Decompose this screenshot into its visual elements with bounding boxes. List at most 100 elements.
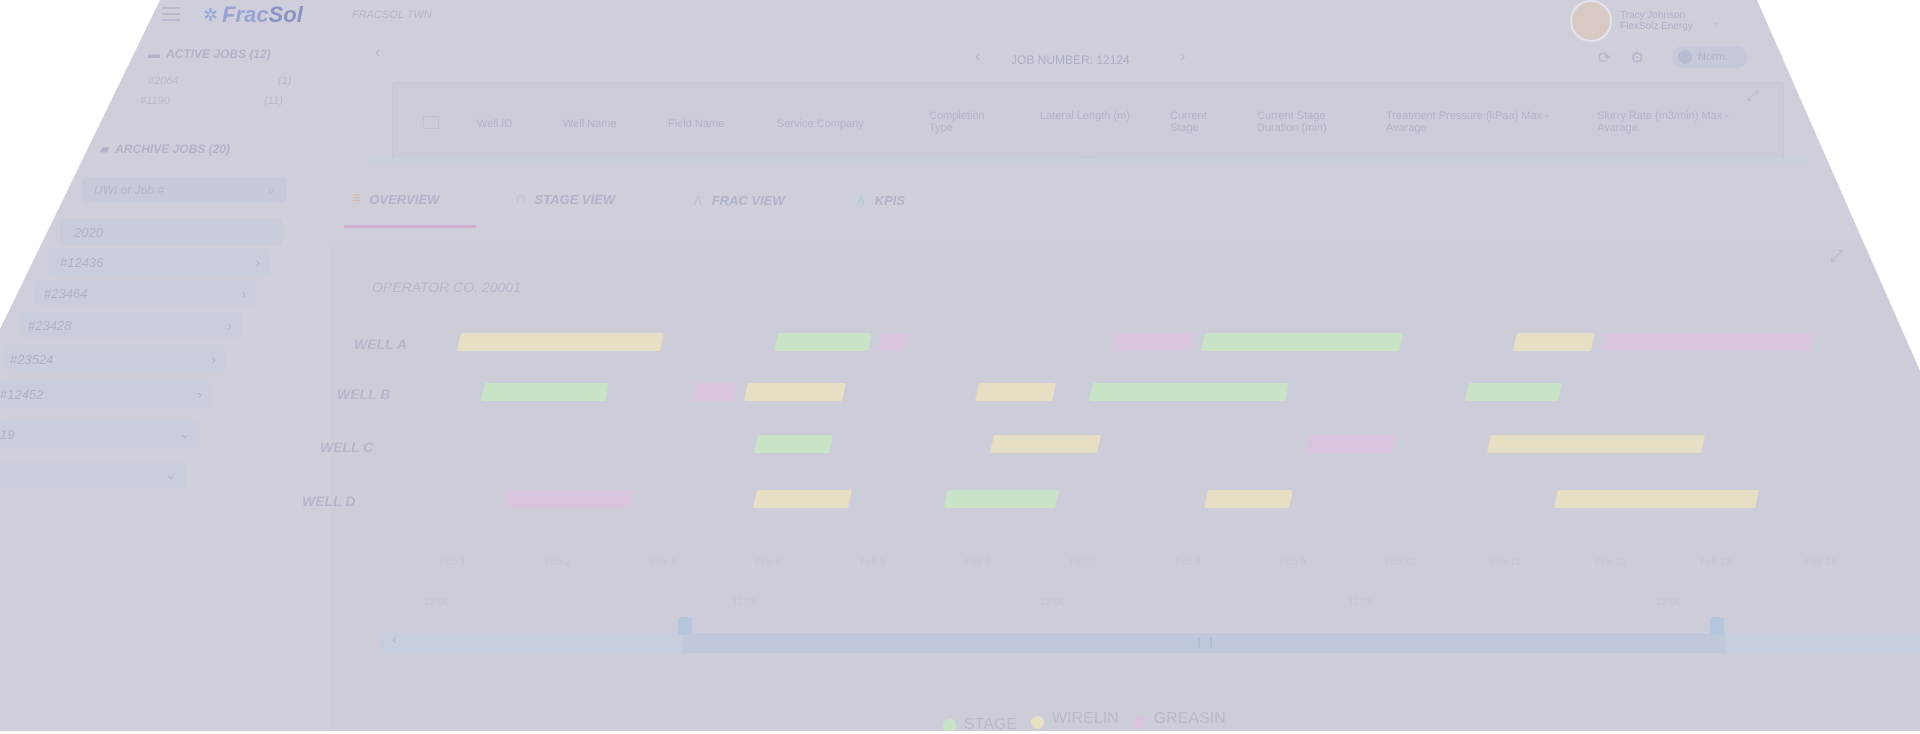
gantt-bar[interactable]: [1203, 490, 1293, 508]
legend-label: WIRELIN: [1052, 709, 1119, 727]
x-tick-label: Feb 9: [1280, 557, 1306, 568]
x-tick-label: Feb 7: [1070, 557, 1096, 568]
search-input[interactable]: UWI or Job # ⌕: [82, 177, 287, 203]
gantt-bar[interactable]: [1601, 333, 1813, 351]
chevron-right-icon: ›: [255, 254, 260, 270]
toggle-label: Norm.: [1698, 51, 1728, 63]
hamburger-menu-icon[interactable]: [162, 3, 180, 25]
gantt-bar[interactable]: [1487, 435, 1706, 453]
previous-job-button[interactable]: ‹: [975, 48, 980, 66]
gantt-bar[interactable]: [1512, 333, 1595, 351]
column-header[interactable]: Current Stage Duration (min): [1257, 110, 1367, 134]
job-count: (11): [264, 95, 283, 107]
range-end-handle[interactable]: [1710, 617, 1724, 635]
folder-label: #12436: [60, 254, 104, 270]
user-menu[interactable]: Tracy Johnson FlexSolz Energy ⌄: [1570, 0, 1721, 42]
range-grip-icon[interactable]: [1198, 637, 1212, 648]
tab-stage-view[interactable]: ∩ STAGE VIEW: [515, 190, 615, 208]
tab-kpis[interactable]: ∧ KPIS: [855, 190, 905, 210]
column-header[interactable]: Well ID: [477, 118, 512, 130]
next-job-button[interactable]: ›: [1180, 48, 1185, 66]
column-header[interactable]: Field Name: [668, 118, 724, 130]
x-tick-label: Feb 13: [1700, 557, 1732, 568]
gantt-bar[interactable]: [878, 333, 909, 351]
gantt-bar[interactable]: [1464, 383, 1562, 401]
sidebar-item-folder[interactable]: #12436 ›: [48, 249, 270, 275]
refresh-icon[interactable]: ⟳: [1598, 48, 1611, 68]
archive-jobs-header[interactable]: ▰ ARCHIVE JOBS (20): [100, 142, 230, 156]
folder-open-icon: ▰: [100, 142, 110, 156]
range-start-handle[interactable]: [678, 617, 692, 635]
logo[interactable]: ✲ FracSol: [203, 2, 303, 28]
column-header[interactable]: Well Name: [563, 118, 617, 130]
gantt-bar[interactable]: [1305, 435, 1396, 453]
sidebar-item-folder[interactable]: 19 ⌄: [0, 421, 200, 447]
gantt-bar[interactable]: [989, 435, 1101, 453]
scroll-left-icon[interactable]: ‹: [392, 631, 397, 647]
table-scrollbar[interactable]: [368, 158, 1808, 166]
gantt-bar[interactable]: [481, 383, 609, 401]
gantt-bar[interactable]: [1112, 333, 1195, 351]
well-table: Well ID Well Name Field Name Service Com…: [392, 82, 1784, 163]
x-tick-label: Feb 5: [860, 557, 886, 568]
legend-item[interactable]: GREASIN: [1132, 708, 1226, 729]
column-header[interactable]: Lateral Length (m): [1040, 110, 1140, 122]
sidebar-item-folder[interactable]: #23464 ›: [34, 280, 256, 306]
chart-title: OPERATOR CO. 20001: [372, 279, 521, 295]
gantt-bar[interactable]: [457, 333, 664, 351]
legend-swatch: [943, 718, 956, 731]
user-name: Tracy Johnson: [1620, 10, 1686, 21]
frac-view-icon: ∧: [692, 192, 704, 209]
column-header[interactable]: Completion Type: [929, 110, 1009, 134]
sidebar-item-folder[interactable]: ⌄: [0, 462, 186, 488]
legend-item[interactable]: STAGE: [943, 716, 1017, 731]
legend-label: GREASIN: [1153, 709, 1226, 727]
collapse-sidebar-icon[interactable]: ‹: [375, 44, 380, 62]
chevron-right-icon: ›: [211, 351, 216, 367]
list-item[interactable]: #2064 (1): [148, 75, 318, 87]
gantt-bar[interactable]: [504, 490, 636, 508]
chart-legend: STAGE WIRELIN GREASIN: [943, 706, 1226, 731]
time-tick-label: 12:00: [424, 597, 450, 608]
gear-icon[interactable]: ⚙: [1630, 48, 1644, 68]
time-tick-label: 12:00: [1656, 597, 1682, 608]
legend-item[interactable]: WIRELIN: [1031, 708, 1119, 729]
logo-frac-text: Frac: [222, 2, 269, 27]
gantt-bar[interactable]: [1553, 490, 1759, 508]
chevron-down-icon: ⌄: [165, 467, 176, 482]
fullscreen-icon[interactable]: ⤢: [1747, 87, 1758, 104]
stage-view-icon: ∩: [515, 190, 527, 207]
gantt-bar[interactable]: [1088, 383, 1289, 401]
x-tick-label: Feb 10: [1385, 557, 1417, 568]
gantt-bar[interactable]: [754, 435, 834, 453]
gantt-bar[interactable]: [1200, 333, 1403, 351]
tab-frac-view[interactable]: ∧ FRAC VIEW: [692, 190, 785, 210]
tab-overview[interactable]: ≡ OVERVIEW: [352, 190, 439, 208]
time-tick-label: 12:00: [1348, 597, 1374, 608]
legend-swatch: [1132, 716, 1146, 729]
gantt-bar[interactable]: [774, 333, 872, 351]
fullscreen-icon[interactable]: ⤢: [1830, 248, 1843, 266]
sidebar-item-folder[interactable]: #23428 ›: [20, 312, 242, 338]
gantt-bar[interactable]: [944, 490, 1060, 508]
job-number: JOB NUMBER: 12124: [1011, 53, 1130, 67]
select-all-checkbox[interactable]: [423, 116, 439, 129]
avatar: [1570, 0, 1612, 42]
gantt-bar[interactable]: [743, 383, 846, 401]
gantt-bar[interactable]: [753, 490, 853, 508]
list-item[interactable]: #1190 (11): [140, 95, 310, 107]
logo-icon: ✲: [203, 4, 219, 25]
column-header[interactable]: Service Company: [777, 118, 864, 130]
column-header[interactable]: Treatment Pressure (kPaa) Max - Avarage: [1386, 110, 1566, 134]
sidebar-item-folder[interactable]: #12452 ›: [0, 381, 212, 407]
sidebar-item-folder[interactable]: #23524 ›: [4, 346, 226, 372]
norm-toggle[interactable]: Norm.: [1672, 46, 1748, 68]
sidebar-item-folder[interactable]: 2020: [60, 219, 282, 245]
chevron-down-icon[interactable]: ⌄: [1711, 14, 1721, 28]
gantt-bar[interactable]: [692, 383, 738, 401]
active-jobs-header[interactable]: ▬ ACTIVE JOBS (12): [148, 47, 271, 61]
column-header[interactable]: Slurry Rate (m3/min) Max - Avarage: [1597, 110, 1747, 134]
search-icon[interactable]: ⌕: [268, 182, 275, 198]
gantt-bar[interactable]: [975, 383, 1057, 401]
column-header[interactable]: Current Stage: [1170, 110, 1230, 134]
